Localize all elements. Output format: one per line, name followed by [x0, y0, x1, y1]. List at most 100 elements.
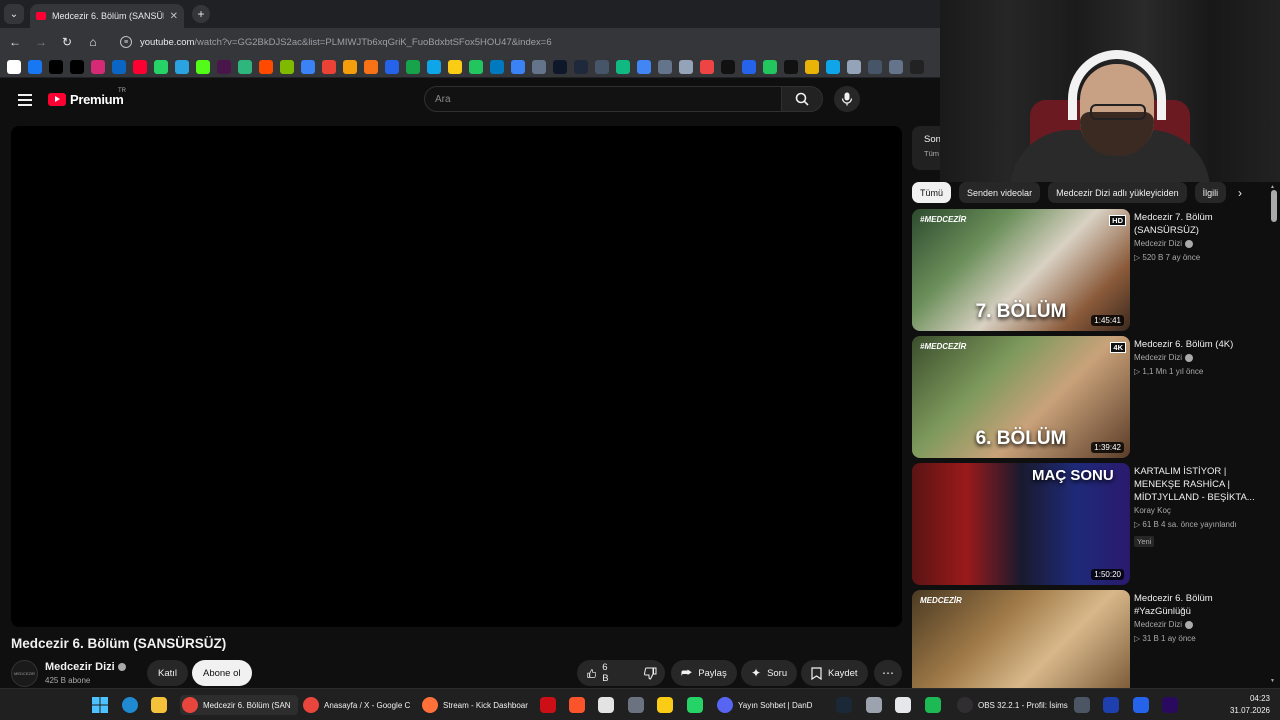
- bookmark-instagram-icon[interactable]: [91, 59, 105, 74]
- bookmark-shield-icon[interactable]: [889, 59, 903, 74]
- bookmark-play-icon[interactable]: [742, 59, 756, 74]
- bookmark-gmail-icon[interactable]: [322, 59, 336, 74]
- bookmark-green-q-icon[interactable]: [616, 59, 630, 74]
- taskbar-app-button[interactable]: OBS 32.2.1 - Profil: İsims: [955, 695, 1073, 715]
- bookmark-zap-icon[interactable]: [259, 59, 273, 74]
- site-info-icon[interactable]: ≡: [120, 36, 132, 48]
- bookmark-pen-icon[interactable]: [805, 59, 819, 74]
- bookmark-wave-icon[interactable]: [427, 59, 441, 74]
- forward-button[interactable]: →: [34, 35, 48, 49]
- taskbar-pinned-button[interactable]: [836, 695, 852, 715]
- bookmark-k-icon[interactable]: [826, 59, 840, 74]
- filter-chip[interactable]: Tümü: [912, 182, 952, 203]
- taskbar-app-button[interactable]: Anasayfa / X - Google C: [301, 695, 419, 715]
- more-actions-button[interactable]: ⋯: [874, 660, 902, 686]
- recommendation-channel[interactable]: Koray Koç: [1134, 506, 1171, 515]
- recommendation-title[interactable]: Medcezir 6. Bölüm (4K): [1134, 338, 1256, 351]
- recommendation-channel[interactable]: Medcezir Dizi: [1134, 620, 1194, 629]
- bookmark-note-icon[interactable]: [343, 59, 357, 74]
- taskbar-app-button[interactable]: Medcezir 6. Bölüm (SAN: [180, 695, 298, 715]
- sidebar-live-card[interactable]: Son Tüm: [912, 126, 942, 170]
- filter-chip[interactable]: İlgili: [1194, 182, 1227, 203]
- youtube-premium-logo[interactable]: Premium: [48, 92, 124, 107]
- taskbar-pinned-button[interactable]: [1133, 695, 1149, 715]
- like-button[interactable]: 6 B: [577, 660, 622, 686]
- video-thumbnail[interactable]: #MEDCEZİR HD 7. BÖLÜM 1:45:41: [912, 209, 1130, 331]
- video-player[interactable]: [11, 126, 902, 627]
- scroll-down-arrow-icon[interactable]: ▼: [1270, 678, 1275, 684]
- join-button[interactable]: Katıl: [147, 660, 189, 686]
- home-button[interactable]: ⌂: [86, 35, 100, 49]
- bookmark-translate-icon[interactable]: [637, 59, 651, 74]
- save-button[interactable]: Kaydet: [801, 660, 868, 686]
- taskbar-pinned-button[interactable]: [1162, 695, 1178, 715]
- bookmark-c-icon[interactable]: [553, 59, 567, 74]
- bookmark-slack-icon[interactable]: [217, 59, 231, 74]
- bookmark-box-icon[interactable]: [574, 59, 588, 74]
- bookmark-youtube-icon[interactable]: [133, 59, 147, 74]
- channel-avatar[interactable]: MEDCEZIR: [11, 660, 38, 687]
- bookmark-obs-icon[interactable]: [910, 59, 924, 74]
- taskbar-pinned-button[interactable]: [598, 695, 614, 715]
- bookmark-arrow-icon[interactable]: [595, 59, 609, 74]
- bookmark-green-icon[interactable]: [469, 59, 483, 74]
- voice-search-button[interactable]: [834, 86, 860, 112]
- bookmark-blue-icon[interactable]: [385, 59, 399, 74]
- close-tab-icon[interactable]: ✕: [170, 11, 178, 22]
- taskbar-pinned-button[interactable]: [628, 695, 644, 715]
- tab-search-button[interactable]: ⌄: [4, 4, 24, 24]
- taskbar-app-button[interactable]: Yayın Sohbet | DanD: [715, 695, 833, 715]
- bookmark-x-icon[interactable]: [70, 59, 84, 74]
- dislike-button[interactable]: [634, 660, 667, 686]
- bookmark-gear-green-icon[interactable]: [763, 59, 777, 74]
- taskbar-pinned-button[interactable]: [569, 695, 585, 715]
- chevron-right-icon[interactable]: ›: [1238, 186, 1242, 200]
- new-tab-button[interactable]: +: [192, 5, 210, 23]
- bookmark-list-icon[interactable]: [532, 59, 546, 74]
- search-button[interactable]: [781, 86, 823, 112]
- taskbar-pinned-button[interactable]: [687, 695, 703, 715]
- recommendation-item[interactable]: #MEDCEZİR HD 7. BÖLÜM 1:45:41 Medcezir 7. Bö…: [912, 209, 1262, 331]
- taskbar-pinned-button[interactable]: [1103, 695, 1119, 715]
- bookmark-facebook-icon[interactable]: [28, 59, 42, 74]
- bookmark-gamepad-icon[interactable]: [868, 59, 882, 74]
- taskbar-pinned-button[interactable]: [866, 695, 882, 715]
- bookmark-linkedin-icon[interactable]: [112, 59, 126, 74]
- menu-icon[interactable]: [18, 94, 32, 106]
- bookmark-orange-icon[interactable]: [364, 59, 378, 74]
- bookmark-m-icon[interactable]: [511, 59, 525, 74]
- search-input[interactable]: Ara: [424, 86, 782, 112]
- taskbar-pinned-button[interactable]: [925, 695, 941, 715]
- filter-chip[interactable]: Medcezir Dizi adlı yükleyiciden: [1048, 182, 1187, 203]
- bookmark-trello-icon[interactable]: [490, 59, 504, 74]
- browser-tab-active[interactable]: Medcezir 6. Bölüm (SANSÜRSÜZ) - YouTube …: [30, 4, 184, 28]
- taskbar-pinned-button[interactable]: [895, 695, 911, 715]
- bookmark-kick-icon[interactable]: [196, 59, 210, 74]
- bookmark-tiktok-icon[interactable]: [721, 59, 735, 74]
- taskbar-pinned-button[interactable]: [1074, 695, 1090, 715]
- back-button[interactable]: ←: [8, 35, 22, 49]
- recommendation-item[interactable]: #MEDCEZİR 4K 6. BÖLÜM 1:39:42 Medcezir 6. Bö…: [912, 336, 1262, 458]
- explorer-taskbar-button[interactable]: [151, 695, 167, 715]
- bookmark-gear-icon[interactable]: [847, 59, 861, 74]
- bookmark-cloud-icon[interactable]: [301, 59, 315, 74]
- bookmark-telegram-icon[interactable]: [175, 59, 189, 74]
- recommendation-title[interactable]: KARTALIM İSTİYOR | MENEKŞE RASHİCA | MİD…: [1134, 465, 1256, 504]
- bookmark-red-x-icon[interactable]: [700, 59, 714, 74]
- recommendation-channel[interactable]: Medcezir Dizi: [1134, 353, 1194, 362]
- recommendation-channel[interactable]: Medcezir Dizi: [1134, 239, 1194, 248]
- system-clock[interactable]: 04:23 31.07.2026: [1230, 693, 1270, 717]
- video-thumbnail[interactable]: MAÇ SONU 1:50:20: [912, 463, 1130, 585]
- scrollbar-thumb[interactable]: [1271, 190, 1277, 222]
- bookmark-whatsapp-icon[interactable]: [154, 59, 168, 74]
- bookmark-twitch-green-icon[interactable]: [406, 59, 420, 74]
- edge-taskbar-button[interactable]: [122, 695, 138, 715]
- bookmark-plug-icon[interactable]: [658, 59, 672, 74]
- scroll-up-arrow-icon[interactable]: ▲: [1270, 184, 1275, 190]
- bookmark-tw-icon[interactable]: [784, 59, 798, 74]
- bookmark-drop-icon[interactable]: [238, 59, 252, 74]
- bookmark-yellow-icon[interactable]: [448, 59, 462, 74]
- recommendation-item[interactable]: MAÇ SONU 1:50:20 KARTALIM İSTİYOR | MENEKŞ…: [912, 463, 1262, 585]
- bookmark-x-icon[interactable]: [49, 59, 63, 74]
- sidebar-scrollbar[interactable]: [1268, 182, 1280, 688]
